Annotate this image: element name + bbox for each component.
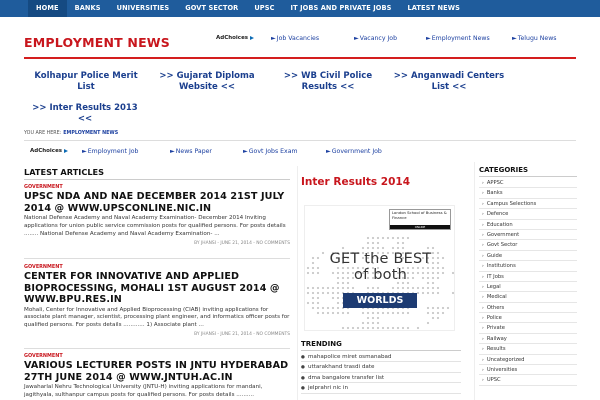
adchoices-label[interactable]: AdChoices	[216, 35, 255, 41]
nav-item-upsc[interactable]: UPSC	[246, 0, 282, 17]
breadcrumb-current[interactable]: EMPLOYMENT NEWS	[63, 131, 118, 136]
nav-item-universities[interactable]: UNIVERSITIES	[109, 0, 178, 17]
right-column-rule	[474, 162, 475, 400]
article-title[interactable]: CENTER FOR INNOVATIVE AND APPLIED BIOPRO…	[24, 271, 290, 306]
ad-link-telugu-news[interactable]: ►Telugu News	[512, 35, 556, 42]
category-item-defence[interactable]: › Defence	[479, 209, 577, 220]
article-item: GOVERNMENT CENTER FOR INNOVATIVE AND APP…	[24, 264, 290, 337]
trending-heading: TRENDING	[301, 340, 342, 348]
link-unit-kolhapur[interactable]: Kolhapur Police Merit List	[28, 71, 144, 93]
adchoices-icon-2	[64, 148, 69, 153]
article-item: GOVERNMENT VARIOUS LECTURER POSTS IN JNT…	[24, 353, 290, 400]
ad-link-govt-jobs-exam[interactable]: ►Govt Jobs Exam	[243, 148, 298, 155]
trending-item[interactable]: ● mahapolice miret osmanabad	[301, 352, 461, 363]
category-item-others[interactable]: › Others	[479, 303, 577, 314]
category-item-railway[interactable]: › Railway	[479, 334, 577, 345]
article-category[interactable]: GOVERNMENT	[24, 184, 290, 190]
ad-link-employment-news[interactable]: ►Employment News	[426, 35, 490, 42]
nav-item-home[interactable]: HOME	[28, 0, 67, 17]
link-unit-inter-results[interactable]: >> Inter Results 2013 <<	[28, 103, 142, 125]
link-unit-wb-police[interactable]: >> WB Civil Police Results <<	[270, 71, 386, 93]
categories-list: › APPSC › Banks › Campus Selections › Defenc…	[479, 178, 577, 386]
trending-list: ● mahapolice miret osmanabad ● uttarakhand…	[301, 352, 461, 394]
nav-item-banks[interactable]: BANKS	[67, 0, 109, 17]
link-unit-anganwadi[interactable]: >> Anganwadi Centers List <<	[388, 71, 510, 93]
latest-articles-heading: LATEST ARTICLES	[24, 167, 105, 177]
article-meta: BY JHANSI - JUNE 21, 2014 - NO COMMENTS	[194, 240, 290, 246]
category-item-legal[interactable]: › Legal	[479, 282, 577, 293]
inter-results-title[interactable]: Inter Results 2014	[301, 176, 410, 188]
trending-divider	[301, 350, 461, 351]
category-item-institutions[interactable]: › Institutions	[479, 261, 577, 272]
trending-item[interactable]: ● dma bangalore transfer list	[301, 373, 461, 384]
category-item-results[interactable]: › Results	[479, 344, 577, 355]
category-item-medical[interactable]: › Medical	[479, 292, 577, 303]
category-item-guide[interactable]: › Guide	[479, 251, 577, 262]
middle-column-rule	[297, 166, 298, 400]
top-nav: HOME BANKS UNIVERSITIES GOVT SECTOR UPSC…	[0, 0, 600, 17]
lbs-logo: London School of Business & Finance ONLI…	[389, 209, 451, 230]
category-item-appsc[interactable]: › APPSC	[479, 178, 577, 189]
article-meta: BY JHANSI - JUNE 21, 2014 - NO COMMENTS	[194, 332, 290, 338]
article-category[interactable]: GOVERNMENT	[24, 264, 290, 270]
ad-link-employment-job[interactable]: ►Employment Job	[82, 148, 138, 155]
ad-link-job-vacancies[interactable]: ►Job Vacancies	[271, 35, 319, 42]
nav-item-govt-sector[interactable]: GOVT SECTOR	[177, 0, 246, 17]
article-excerpt: Mohali, Center for Innovative and Applie…	[24, 306, 290, 329]
ad-worlds-badge: WORLDS	[343, 293, 417, 308]
category-item-govt-sector[interactable]: › Govt Sector	[479, 240, 577, 251]
adchoices-label-2[interactable]: AdChoices	[30, 148, 69, 154]
article-title[interactable]: VARIOUS LECTURER POSTS IN JNTU HYDERABAD…	[24, 360, 290, 383]
breadcrumb-divider	[24, 140, 576, 141]
category-item-campus-selections[interactable]: › Campus Selections	[479, 199, 577, 210]
trending-item[interactable]: ● uttarakhand trasdi date	[301, 362, 461, 373]
category-item-it-jobs[interactable]: › IT Jobs	[479, 272, 577, 282]
article-divider	[24, 258, 290, 259]
category-item-private[interactable]: › Private	[479, 323, 577, 334]
category-item-education[interactable]: › Education	[479, 220, 577, 230]
adchoices-icon	[250, 35, 255, 40]
categories-divider	[479, 176, 577, 177]
article-excerpt: National Defense Academy and Naval Acade…	[24, 215, 286, 237]
display-ad[interactable]: London School of Business & Finance ONLI…	[304, 205, 455, 331]
nav-item-it-jobs[interactable]: IT JOBS AND PRIVATE JOBS	[283, 0, 400, 17]
article-title[interactable]: UPSC NDA AND NAE DECEMBER 2014 21ST JULY…	[24, 191, 290, 214]
nav-item-latest-news[interactable]: LATEST NEWS	[399, 0, 467, 17]
category-item-uncategorized[interactable]: › Uncategorized	[479, 355, 577, 366]
latest-divider	[24, 179, 290, 180]
link-unit-gujarat[interactable]: >> Gujarat Diploma Website <<	[144, 71, 270, 93]
ad-link-news-paper[interactable]: ►News Paper	[170, 148, 212, 155]
category-item-upsc[interactable]: › UPSC	[479, 375, 577, 386]
ad-link-government-job[interactable]: ►Government Job	[326, 148, 382, 155]
category-item-police[interactable]: › Police	[479, 313, 577, 324]
category-item-government[interactable]: › Government	[479, 230, 577, 241]
trending-item[interactable]: ● jelprahri nic in	[301, 383, 461, 394]
ad-link-vacancy-job[interactable]: ►Vacancy Job	[354, 35, 397, 42]
site-title[interactable]: EMPLOYMENT NEWS	[24, 35, 170, 50]
article-category[interactable]: GOVERNMENT	[24, 353, 290, 359]
header-divider	[24, 57, 576, 59]
category-item-banks[interactable]: › Banks	[479, 188, 577, 199]
article-excerpt: Jawaharlal Nehru Technological Universit…	[24, 384, 263, 398]
article-divider	[24, 348, 290, 349]
breadcrumb: YOU ARE HERE: EMPLOYMENT NEWS	[24, 131, 119, 136]
category-item-universities[interactable]: › Universities	[479, 365, 577, 376]
article-item: GOVERNMENT UPSC NDA AND NAE DECEMBER 201…	[24, 184, 290, 246]
categories-heading: CATEGORIES	[479, 166, 529, 174]
ad-headline: GET the BEST of both	[329, 251, 432, 283]
